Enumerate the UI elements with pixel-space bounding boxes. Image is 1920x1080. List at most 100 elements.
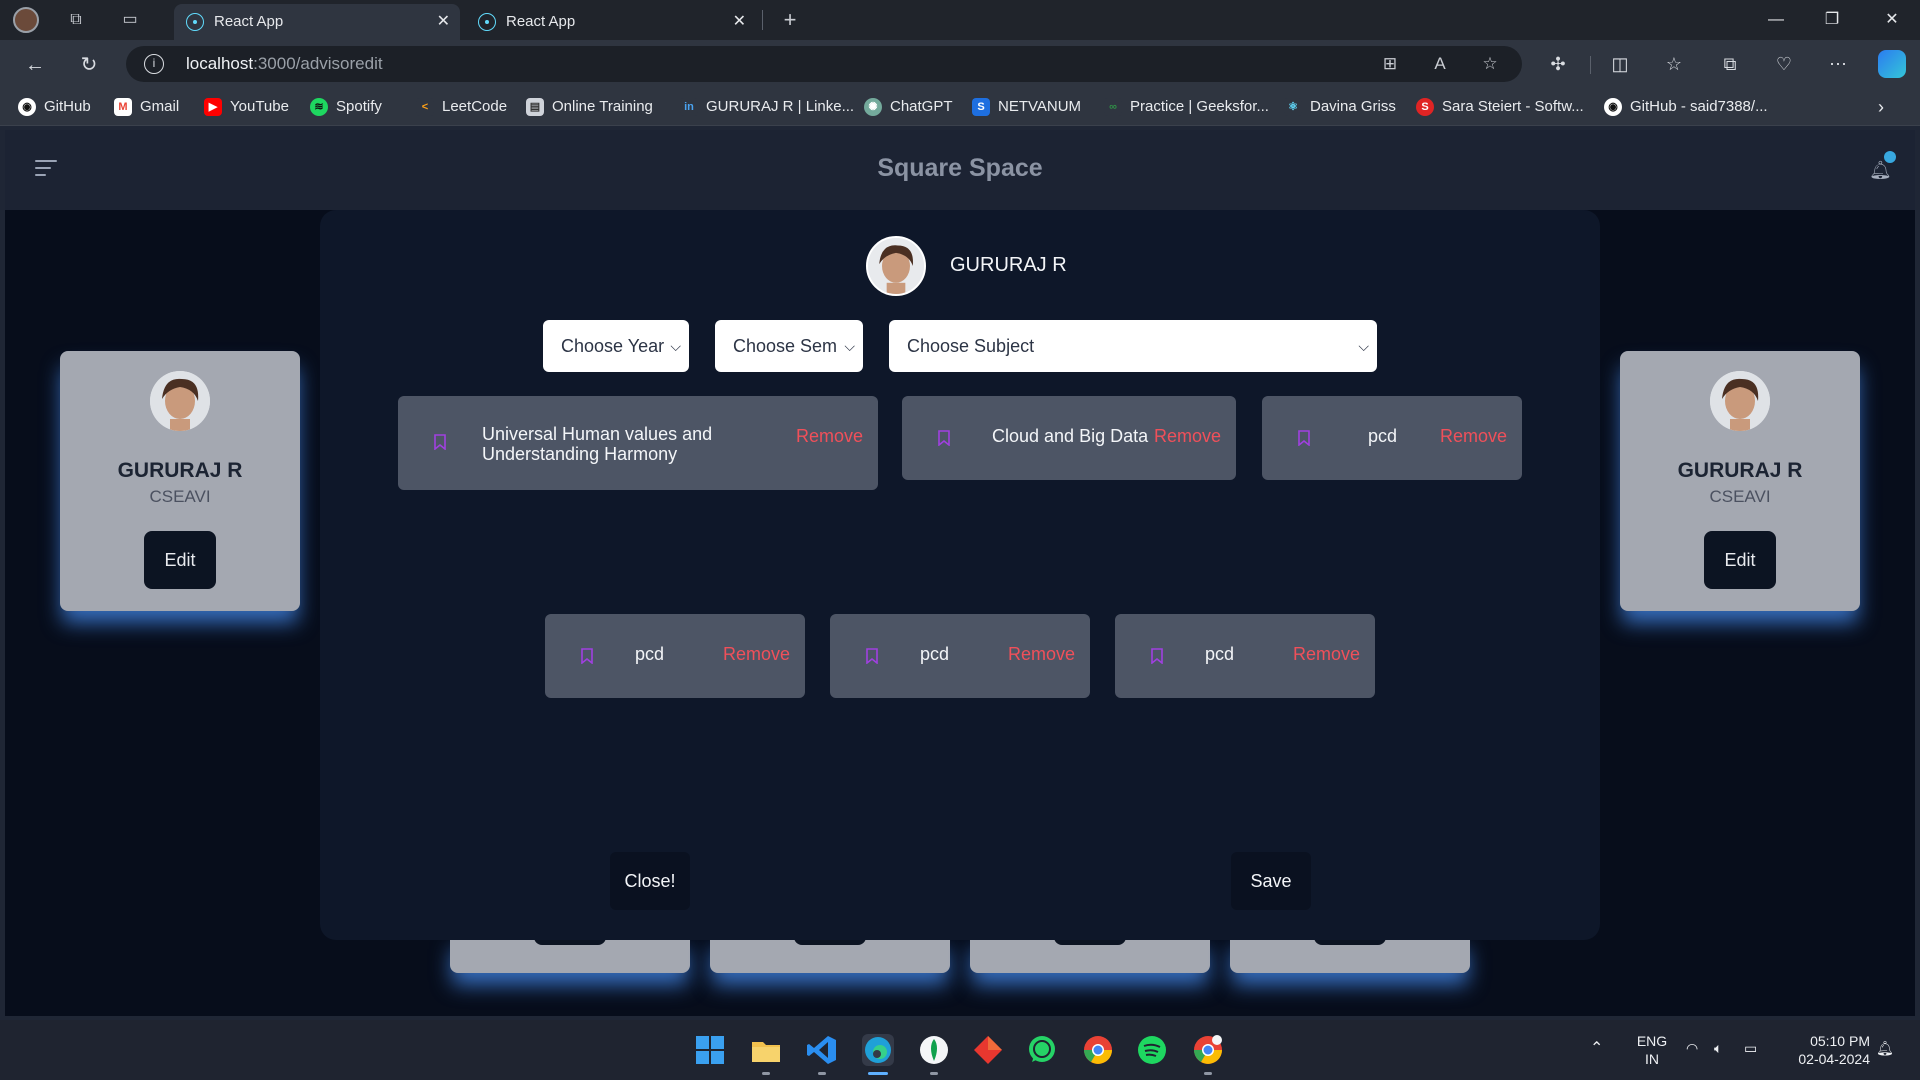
netvanum-icon: S xyxy=(972,98,990,116)
window-close-button[interactable]: ✕ xyxy=(1864,0,1920,40)
split-screen-icon[interactable]: ◫ xyxy=(1606,50,1634,78)
tab-divider xyxy=(762,10,763,30)
remove-button[interactable]: Remove xyxy=(723,644,790,665)
whatsapp-icon[interactable] xyxy=(1026,1034,1058,1066)
address-toolbar: ← ↻ i localhost:3000/advisoredit ⊞ A ☆ ✣… xyxy=(0,40,1920,88)
chevron-down-icon: ⌵ xyxy=(1358,338,1369,354)
subject-label: pcd xyxy=(1368,426,1398,446)
collections-icon[interactable]: ⧉ xyxy=(1716,50,1744,78)
close-tab-icon[interactable]: ✕ xyxy=(733,4,746,40)
remove-button[interactable]: Remove xyxy=(1008,644,1075,665)
battery-icon[interactable]: ▭ xyxy=(1744,1040,1757,1057)
bookmark-linkedin[interactable]: in GURURAJ R | Linke... xyxy=(680,96,854,118)
vertical-tabs-icon[interactable]: ▭ xyxy=(116,6,144,34)
bookmark-github-said[interactable]: ◉ GitHub - said7388/... xyxy=(1604,96,1768,118)
remove-button[interactable]: Remove xyxy=(796,426,863,447)
spotify-icon[interactable] xyxy=(1136,1034,1168,1066)
avatar xyxy=(1710,371,1770,431)
youtube-icon: ▶ xyxy=(204,98,222,116)
chrome-profile-icon[interactable] xyxy=(1192,1034,1224,1066)
browser-essentials-icon[interactable]: ♡ xyxy=(1770,50,1798,78)
profile-avatar[interactable] xyxy=(12,6,40,34)
minimize-button[interactable]: — xyxy=(1748,0,1804,40)
close-tab-icon[interactable]: ✕ xyxy=(437,4,450,40)
clock-date: 02-04-2024 xyxy=(1798,1051,1870,1067)
bookmark-label: Online Training xyxy=(552,98,653,115)
tab-react-app-1[interactable]: React App ✕ xyxy=(174,4,460,40)
notifications-bell-icon[interactable]: 🔔︎ xyxy=(1876,1040,1894,1057)
advisor-card: GURURAJ R CSEAVI Edit xyxy=(60,351,300,611)
show-hidden-icons-chevron-icon[interactable]: ⌃ xyxy=(1590,1038,1603,1058)
new-tab-button[interactable]: + xyxy=(776,6,804,34)
back-arrow-icon[interactable]: ← xyxy=(20,50,50,80)
save-button[interactable]: Save xyxy=(1231,852,1311,910)
notification-dot xyxy=(1884,151,1896,163)
favorite-star-icon[interactable]: ☆ xyxy=(1478,52,1502,76)
edit-button[interactable]: Edit xyxy=(1704,531,1776,589)
bookmark-spotify[interactable]: ≋ Spotify xyxy=(310,96,382,118)
input-language-indicator[interactable]: ENG IN xyxy=(1632,1032,1672,1068)
edge-browser-icon[interactable] xyxy=(862,1034,894,1066)
clock[interactable]: 05:10 PM 02-04-2024 xyxy=(1780,1032,1870,1068)
bookmark-youtube[interactable]: ▶ YouTube xyxy=(204,96,289,118)
site-info-icon[interactable]: i xyxy=(144,54,164,74)
bookmark-github[interactable]: ◉ GitHub xyxy=(18,96,91,118)
subject-label: Cloud and Big Data xyxy=(992,426,1149,446)
workspaces-icon[interactable]: ⧉ xyxy=(62,6,90,34)
bookmark-gmail[interactable]: M Gmail xyxy=(114,96,179,118)
remove-button[interactable]: Remove xyxy=(1293,644,1360,665)
git-tool-icon[interactable] xyxy=(972,1034,1004,1066)
wifi-icon[interactable]: ◠ xyxy=(1686,1040,1698,1057)
chrome-icon[interactable] xyxy=(1082,1034,1114,1066)
bookmarks-overflow-chevron-icon[interactable]: › xyxy=(1878,96,1884,118)
advisor-department: CSEAVI xyxy=(149,487,211,506)
close-button[interactable]: Close! xyxy=(610,852,690,910)
bookmark-chatgpt[interactable]: ✺ ChatGPT xyxy=(864,96,953,118)
restore-button[interactable]: ❐ xyxy=(1804,0,1860,40)
subject-chip: pcd Remove xyxy=(1262,396,1522,480)
subject-select[interactable]: Choose Subject ⌵ xyxy=(889,320,1377,372)
remove-button[interactable]: Remove xyxy=(1154,426,1221,447)
running-indicator xyxy=(762,1072,770,1075)
file-explorer-icon[interactable] xyxy=(750,1034,782,1066)
avatar xyxy=(866,236,926,296)
remove-button[interactable]: Remove xyxy=(1440,426,1507,447)
settings-more-icon[interactable]: ⋯ xyxy=(1824,50,1852,78)
github-icon: ◉ xyxy=(18,98,36,116)
bookmark-leetcode[interactable]: < LeetCode xyxy=(416,96,507,118)
url-text[interactable]: localhost:3000/advisoredit xyxy=(186,46,383,82)
favorites-icon[interactable]: ☆ xyxy=(1660,50,1688,78)
active-indicator xyxy=(868,1072,888,1075)
vscode-icon[interactable] xyxy=(806,1034,838,1066)
windows-start-icon[interactable] xyxy=(694,1034,726,1066)
semester-select[interactable]: Choose Sem ⌵ xyxy=(715,320,863,372)
language-code: ENG xyxy=(1636,1033,1668,1049)
spotify-icon: ≋ xyxy=(310,98,328,116)
tab-react-app-2[interactable]: React App ✕ xyxy=(466,4,756,40)
edit-button[interactable]: Edit xyxy=(144,531,216,589)
bookmark-online-training[interactable]: ▤ Online Training xyxy=(526,96,653,118)
extensions-icon[interactable]: ✣ xyxy=(1544,50,1572,78)
bookmark-davina-griss[interactable]: ⚛ Davina Griss xyxy=(1284,96,1396,118)
clock-time: 05:10 PM xyxy=(1810,1033,1870,1049)
app-available-icon[interactable]: ⊞ xyxy=(1378,52,1402,76)
leetcode-icon: < xyxy=(416,98,434,116)
mongodb-compass-icon[interactable] xyxy=(918,1034,950,1066)
year-select[interactable]: Choose Year ⌵ xyxy=(543,320,689,372)
windows-taskbar: ⌃ ENG IN ◠ 🔈︎ ▭ 05:10 PM 02-04-2024 🔔︎ xyxy=(0,1020,1920,1080)
read-aloud-icon[interactable]: A xyxy=(1428,52,1452,76)
bookmark-netvanum[interactable]: S NETVANUM xyxy=(972,96,1081,118)
refresh-icon[interactable]: ↻ xyxy=(74,50,104,80)
subject-chip: pcd Remove xyxy=(545,614,805,698)
bookmark-geeksforgeeks[interactable]: ∞ Practice | Geeksfor... xyxy=(1104,96,1269,118)
subject-chip: Universal Human values and Understanding… xyxy=(398,396,878,490)
react-favicon-icon xyxy=(478,13,496,31)
url-host: localhost xyxy=(186,54,254,73)
bookmark-sara-steiert[interactable]: S Sara Steiert - Softw... xyxy=(1416,96,1584,118)
volume-icon[interactable]: 🔈︎ xyxy=(1714,1040,1722,1057)
browser-tab-strip: ⧉ ▭ React App ✕ React App ✕ + — ❐ ✕ xyxy=(0,0,1920,40)
notification-bell-icon[interactable]: 🔔︎ xyxy=(1869,160,1892,182)
address-bar[interactable]: i localhost:3000/advisoredit ⊞ A ☆ xyxy=(126,46,1522,82)
copilot-icon[interactable] xyxy=(1878,50,1906,78)
chevron-down-icon: ⌵ xyxy=(844,338,855,354)
